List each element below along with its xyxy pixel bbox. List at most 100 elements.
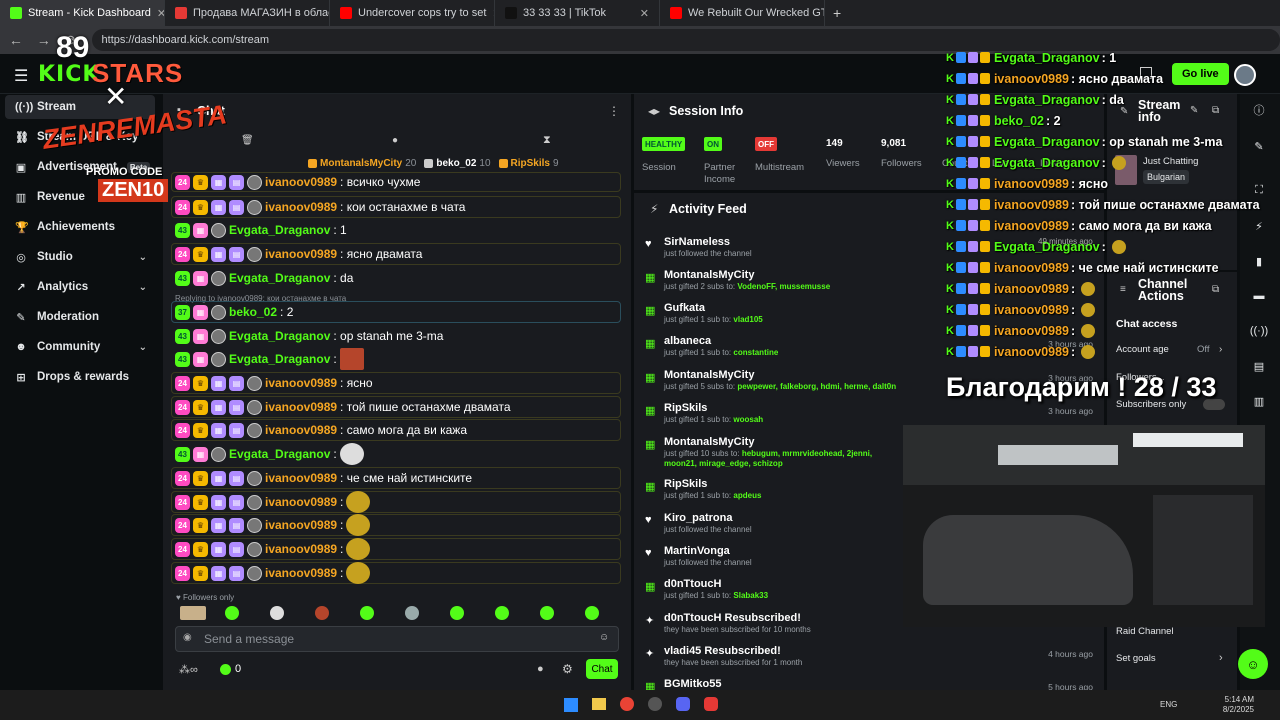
chat-users-icon[interactable]: ● (537, 663, 544, 675)
activity-username[interactable]: vladi45 Resubscribed! (664, 645, 781, 657)
gear-icon[interactable]: ⚙ (562, 662, 573, 676)
avatar[interactable] (1234, 64, 1256, 86)
chat-settings-icon[interactable]: ● (392, 135, 398, 146)
chat-username[interactable]: ivanoov0989 (265, 566, 337, 580)
emote-shortcut-icon[interactable] (540, 606, 554, 620)
emote-shortcut-icon[interactable] (495, 606, 509, 620)
raid-channel-button[interactable]: Raid Channel (1116, 626, 1174, 637)
sub-gifter-icon: ▤ (229, 565, 244, 581)
chat-username[interactable]: ivanoov0989 (265, 376, 337, 390)
calendar-icon[interactable]: ▤ (1249, 356, 1269, 376)
activity-username[interactable]: Kiro_patrona (664, 512, 732, 524)
chat-username[interactable]: ivanoov0989 (265, 400, 337, 414)
trash-icon[interactable]: 🗑 (241, 135, 254, 146)
chat-icon[interactable]: ▬ (1249, 286, 1269, 306)
user-avatar (247, 541, 262, 557)
info-icon[interactable]: ⓘ (1249, 100, 1269, 120)
chat-username[interactable]: ivanoov0989 (265, 518, 337, 532)
activity-username[interactable]: Gufkata (664, 302, 705, 314)
sidebar-item-community[interactable]: ☻ Community ⌄ (5, 335, 155, 359)
help-chat-button[interactable]: ☺ (1238, 649, 1268, 679)
emote-shortcut-icon[interactable] (180, 606, 206, 620)
activity-username[interactable]: BGMitko55 (664, 678, 721, 690)
app-icon[interactable] (704, 697, 718, 711)
popout-icon[interactable]: ⧉ (1212, 105, 1219, 116)
new-tab-icon[interactable]: + (833, 5, 841, 21)
chat-username[interactable]: Evgata_Draganov (229, 352, 330, 366)
chat-username[interactable]: ivanoov0989 (265, 200, 337, 214)
close-tab-icon[interactable]: ✕ (640, 7, 649, 20)
browser-tab[interactable]: 33 33 33 | TikTok ✕ (495, 0, 660, 26)
emote-shortcut-icon[interactable] (360, 606, 374, 620)
forward-icon[interactable]: → (36, 32, 52, 48)
go-live-button[interactable]: Go live (1172, 63, 1229, 85)
browser-tab[interactable]: Stream - Kick Dashboard ✕ (0, 0, 165, 26)
activity-username[interactable]: MontanalsMyCity (664, 269, 754, 281)
chat-username[interactable]: Evgata_Draganov (229, 447, 330, 461)
chat-message-text: : ясно двамата (340, 247, 423, 261)
emote-shortcut-icon[interactable] (585, 606, 599, 620)
chrome-icon[interactable] (620, 697, 634, 711)
activity-username[interactable]: albaneca (664, 335, 711, 347)
activity-username[interactable]: MontanalsMyCity (664, 369, 754, 381)
emote-shortcut-icon[interactable] (450, 606, 464, 620)
timer-icon[interactable]: ⧗ (543, 134, 551, 147)
sidebar-item-moderation[interactable]: ✎ Moderation (5, 305, 155, 329)
account-age-label[interactable]: Account age (1116, 344, 1169, 355)
activity-username[interactable]: RipSkils (664, 478, 707, 490)
chat-username[interactable]: ivanoov0989 (265, 247, 337, 261)
activity-username[interactable]: SirNameless (664, 236, 730, 248)
account-age-value[interactable]: Off (1197, 344, 1210, 355)
chat-username[interactable]: beko_02 (229, 305, 277, 319)
sidebar-item-achievements[interactable]: 🏆 Achievements (5, 215, 155, 239)
infinity-icon[interactable]: ⁂∞ (179, 663, 198, 676)
pencil-icon[interactable]: ✎ (1249, 136, 1269, 156)
radio-icon[interactable]: ((·)) (1249, 321, 1269, 341)
chat-menu-icon[interactable]: ⋮ (608, 104, 620, 118)
overlay-emote (1081, 302, 1096, 317)
chat-username[interactable]: Evgata_Draganov (229, 271, 330, 285)
activity-username[interactable]: RipSkils (664, 402, 707, 414)
chat-username[interactable]: ivanoov0989 (265, 495, 337, 509)
menu-icon[interactable]: ☰ (14, 66, 28, 86)
folder-icon[interactable] (592, 698, 606, 710)
chat-username[interactable]: Evgata_Draganov (229, 223, 330, 237)
chart-icon[interactable]: ▥ (1249, 391, 1269, 411)
chevron-down-icon: ⌄ (138, 251, 147, 263)
chat-username[interactable]: ivanoov0989 (265, 423, 337, 437)
send-chat-button[interactable]: Chat (586, 659, 618, 679)
browser-tab[interactable]: Undercover cops try to set✕ (330, 0, 495, 26)
start-icon[interactable] (564, 698, 578, 712)
flash-icon[interactable]: ⚡ (1249, 216, 1269, 236)
popout-icon[interactable]: ⧉ (1212, 284, 1219, 295)
emote-shortcut-icon[interactable] (225, 606, 239, 620)
sidebar-item-studio[interactable]: ◎ Studio ⌄ (5, 245, 155, 269)
chat-username[interactable]: Evgata_Draganov (229, 329, 330, 343)
back-icon[interactable]: ← (8, 32, 24, 48)
activity-username[interactable]: d0nTtoucH Resubscribed! (664, 612, 801, 624)
emote-shortcut-icon[interactable] (270, 606, 284, 620)
browser-tab[interactable]: We Rebuilt Our Wrecked GT3✕ (660, 0, 825, 26)
chat-username[interactable]: ivanoov0989 (265, 471, 337, 485)
emote-shortcut-icon[interactable] (315, 606, 329, 620)
sidebar-item-analytics[interactable]: ↗ Analytics ⌄ (5, 275, 155, 299)
discord-icon[interactable] (676, 697, 690, 711)
chevron-right-icon[interactable]: › (1219, 652, 1223, 664)
chevron-right-icon[interactable]: › (1219, 344, 1222, 355)
browser-tab[interactable]: Продава МАГАЗИН в област✕ (165, 0, 330, 26)
close-tab-icon[interactable]: ✕ (157, 7, 164, 20)
chat-username[interactable]: ivanoov0989 (265, 542, 337, 556)
edit-icon[interactable]: ✎ (1190, 105, 1198, 116)
emote-shortcut-icon[interactable] (405, 606, 419, 620)
activity-username[interactable]: d0nTtoucH (664, 578, 721, 590)
sidebar-item-drops-rewards[interactable]: ⊞ Drops & rewards (5, 365, 155, 389)
activity-username[interactable]: MontanalsMyCity (664, 436, 754, 448)
set-goals-button[interactable]: Set goals (1116, 653, 1156, 664)
activity-username[interactable]: MartinVonga (664, 545, 730, 557)
chat-username[interactable]: ivanoov0989 (265, 175, 337, 189)
emoji-picker-icon[interactable]: ☺ (599, 632, 609, 643)
obs-icon[interactable] (648, 697, 662, 711)
clip-icon[interactable]: ▮ (1249, 251, 1269, 271)
stat-label: Viewers (826, 158, 860, 169)
subscriber-badge: 43 (175, 351, 190, 367)
